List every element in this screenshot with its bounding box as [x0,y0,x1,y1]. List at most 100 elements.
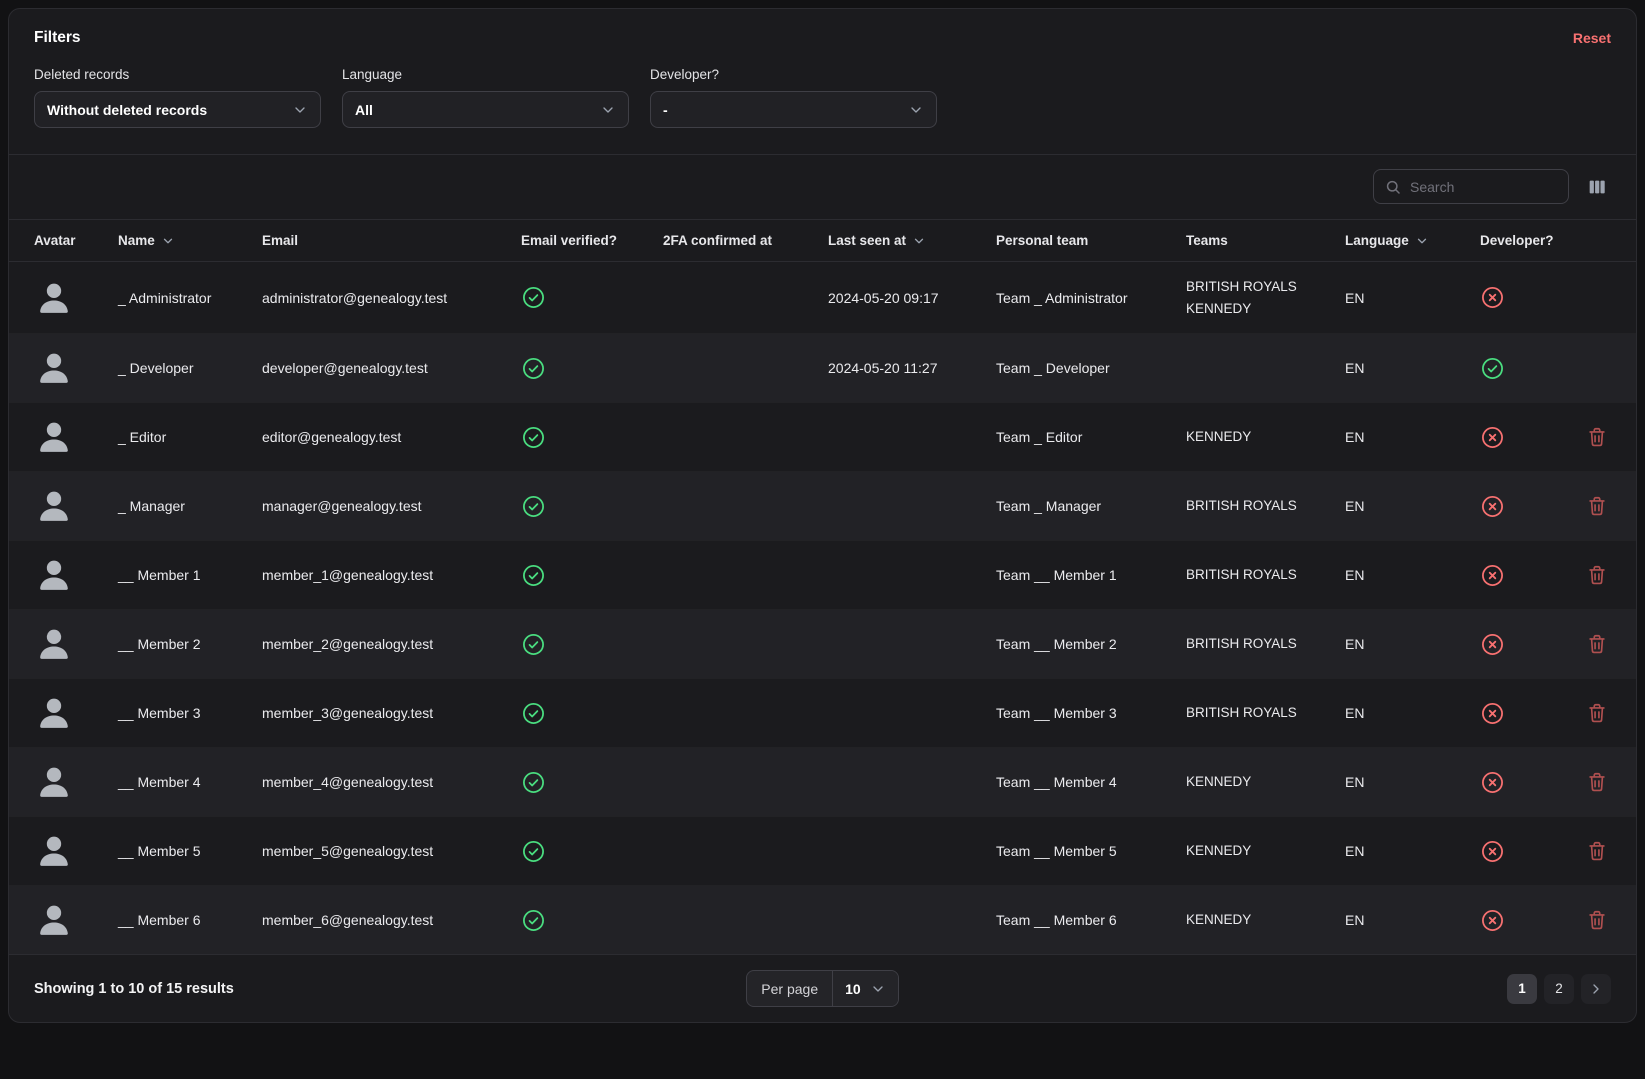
team-badge: BRITISH ROYALS [1186,702,1312,724]
filter-select-language[interactable]: All [342,91,629,128]
cell-developer [1455,472,1555,541]
column-header-email_verified: Email verified? [496,220,638,262]
cell-personal-team: Team __ Member 1 [971,541,1161,610]
cell-language: EN [1320,679,1455,748]
delete-button[interactable] [1584,838,1610,864]
check-circle-icon [521,285,630,310]
sort-chevron-icon[interactable] [161,234,175,248]
filters-fields: Deleted recordsWithout deleted recordsLa… [34,67,1611,128]
cell-language: EN [1320,610,1455,679]
column-toggle-button[interactable] [1583,173,1611,201]
cell-personal-team: Team _ Manager [971,472,1161,541]
cell-developer [1455,610,1555,679]
delete-button[interactable] [1584,769,1610,795]
table-row[interactable]: __ Member 1member_1@genealogy.testTeam _… [9,541,1637,610]
cell-avatar [9,403,93,472]
avatar-icon [34,348,85,388]
check-circle-icon [521,701,630,726]
column-header-last_seen_at[interactable]: Last seen at [803,220,971,262]
page: Filters Reset Deleted recordsWithout del… [0,0,1645,1079]
table-row[interactable]: _ Administratoradministrator@genealogy.t… [9,262,1637,334]
cell-developer [1455,403,1555,472]
cell-teams [1161,334,1320,403]
cell-actions [1555,403,1637,472]
avatar-icon [34,624,85,664]
cell-email: member_2@genealogy.test [237,610,496,679]
table-row[interactable]: __ Member 4member_4@genealogy.testTeam _… [9,748,1637,817]
table-row[interactable]: __ Member 6member_6@genealogy.testTeam _… [9,886,1637,955]
cell-email-verified [496,334,638,403]
cell-name: _ Manager [93,472,237,541]
table-row[interactable]: _ Developerdeveloper@genealogy.test2024-… [9,334,1637,403]
cell-email-verified [496,610,638,679]
table-row[interactable]: __ Member 3member_3@genealogy.testTeam _… [9,679,1637,748]
table-row[interactable]: _ Editoreditor@genealogy.testTeam _ Edit… [9,403,1637,472]
users-table: AvatarNameEmailEmail verified?2FA confir… [9,219,1636,954]
cell-email-verified [496,679,638,748]
cell-2fa-confirmed-at [638,817,803,886]
column-header-language[interactable]: Language [1320,220,1455,262]
cell-avatar [9,610,93,679]
per-page-select[interactable]: 10 [832,971,898,1006]
cell-personal-team: Team _ Administrator [971,262,1161,334]
delete-button[interactable] [1584,631,1610,657]
cell-2fa-confirmed-at [638,610,803,679]
filters-reset-link[interactable]: Reset [1573,30,1611,46]
column-label: Developer? [1480,233,1554,248]
column-label: Personal team [996,233,1088,248]
cell-email-verified [496,472,638,541]
cell-language: EN [1320,262,1455,334]
filter-select-value: All [355,102,373,118]
cell-2fa-confirmed-at [638,541,803,610]
cell-actions [1555,541,1637,610]
cell-last-seen-at [803,679,971,748]
column-header-name[interactable]: Name [93,220,237,262]
sort-chevron-icon[interactable] [1415,234,1429,248]
delete-button[interactable] [1584,424,1610,450]
trash-icon [1586,771,1608,793]
trash-icon [1586,909,1608,931]
filters-section: Filters Reset Deleted recordsWithout del… [9,9,1636,155]
sort-chevron-icon[interactable] [912,234,926,248]
cell-email-verified [496,403,638,472]
trash-icon [1586,702,1608,724]
table-row[interactable]: __ Member 2member_2@genealogy.testTeam _… [9,610,1637,679]
chevron-down-icon [908,102,924,118]
cell-actions [1555,886,1637,955]
chevron-down-icon [870,981,886,997]
cell-language: EN [1320,334,1455,403]
page-button-2[interactable]: 2 [1544,974,1574,1004]
table-toolbar [9,155,1636,219]
cell-developer [1455,541,1555,610]
delete-button[interactable] [1584,562,1610,588]
cell-teams: BRITISH ROYALS [1161,610,1320,679]
search-box [1373,169,1569,204]
search-input[interactable] [1410,179,1558,195]
cell-personal-team: Team __ Member 3 [971,679,1161,748]
delete-button[interactable] [1584,493,1610,519]
cell-avatar [9,472,93,541]
cell-language: EN [1320,541,1455,610]
page-button-1[interactable]: 1 [1507,974,1537,1004]
cell-developer [1455,262,1555,334]
filter-select-developer[interactable]: - [650,91,937,128]
chevron-down-icon [600,102,616,118]
column-header-tfa_confirmed_at: 2FA confirmed at [638,220,803,262]
cell-2fa-confirmed-at [638,748,803,817]
cell-name: _ Developer [93,334,237,403]
column-label: 2FA confirmed at [663,233,772,248]
delete-button[interactable] [1584,907,1610,933]
filter-select-deleted-records[interactable]: Without deleted records [34,91,321,128]
x-circle-icon [1480,770,1547,795]
filter-select-value: Without deleted records [47,102,207,118]
team-badge: KENNEDY [1186,909,1312,931]
filters-header: Filters Reset [34,29,1611,47]
table-footer: Showing 1 to 10 of 15 results Per page 1… [9,954,1636,1022]
cell-developer [1455,817,1555,886]
table-row[interactable]: __ Member 5member_5@genealogy.testTeam _… [9,817,1637,886]
next-page-button[interactable] [1581,974,1611,1004]
avatar-icon [34,278,85,318]
delete-button[interactable] [1584,700,1610,726]
table-row[interactable]: _ Managermanager@genealogy.testTeam _ Ma… [9,472,1637,541]
avatar-icon [34,831,85,871]
